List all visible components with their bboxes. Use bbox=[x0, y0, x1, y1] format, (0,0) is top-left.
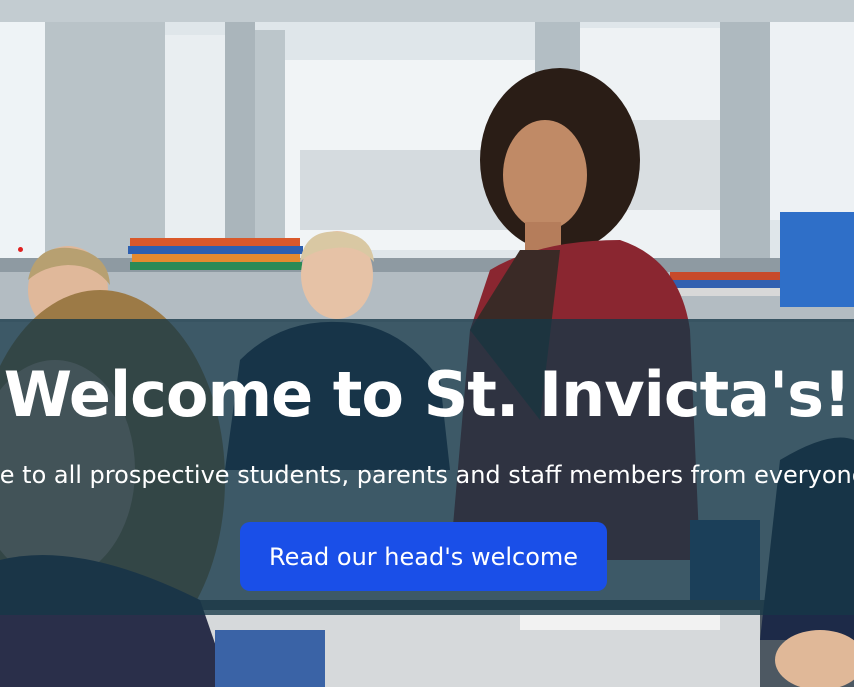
hero-section: Welcome to St. Invicta's! A warm welcome… bbox=[0, 0, 854, 687]
read-heads-welcome-button[interactable]: Read our head's welcome bbox=[240, 522, 607, 591]
hero-subtitle: A warm welcome to all prospective studen… bbox=[0, 461, 854, 489]
red-dot-marker bbox=[18, 247, 23, 252]
hero-title: Welcome to St. Invicta's! bbox=[3, 358, 852, 431]
hero-overlay-band: Welcome to St. Invicta's! A warm welcome… bbox=[0, 319, 854, 615]
